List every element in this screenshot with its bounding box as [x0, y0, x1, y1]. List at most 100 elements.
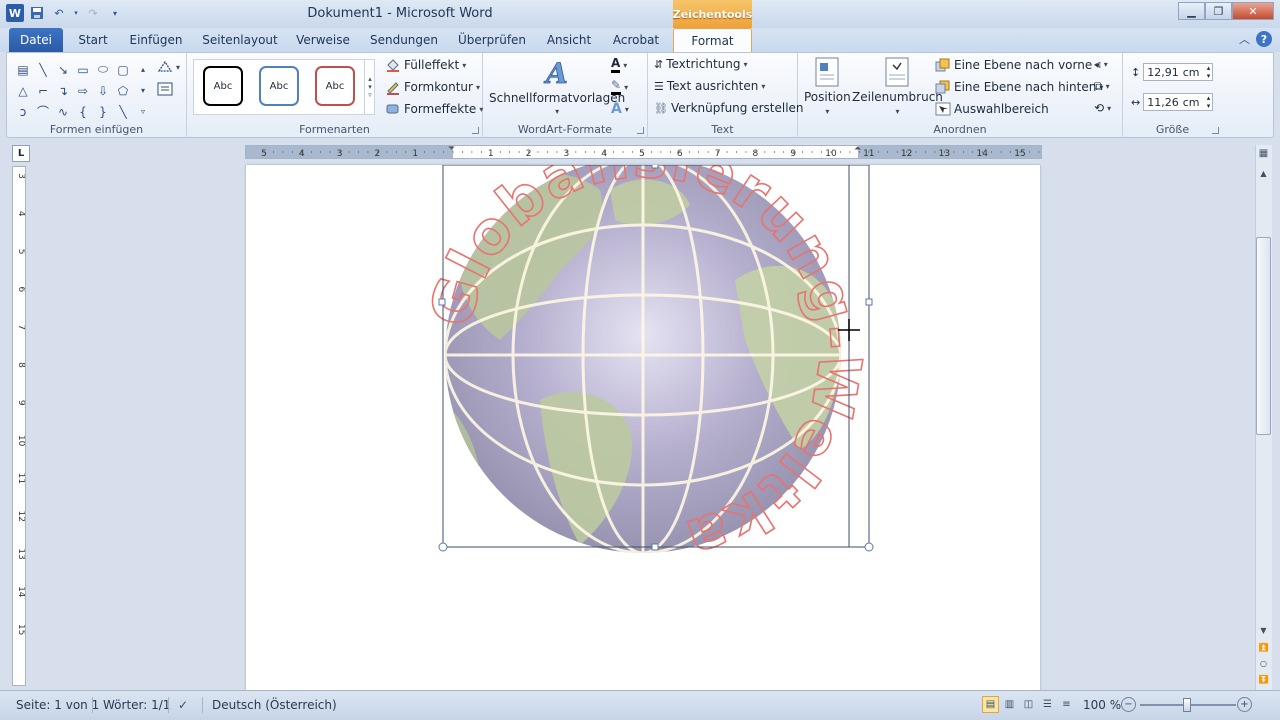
oval-shape-icon[interactable]: ⬭ — [93, 59, 113, 80]
tab-file[interactable]: Datei — [9, 28, 63, 52]
gallery-more-icon[interactable]: ▿ — [133, 101, 153, 122]
textbox-shape-icon[interactable]: ▤ — [13, 59, 33, 80]
ruler-label: 2 — [526, 149, 532, 158]
gallery-down-icon[interactable]: ▾ — [133, 80, 153, 101]
elbow-arrow-icon[interactable]: ↴ — [53, 80, 73, 101]
language-indicator[interactable]: Deutsch (Österreich) — [212, 698, 337, 712]
create-link-button[interactable]: ⛓ Verknüpfung erstellen — [654, 101, 804, 115]
line-shape-icon[interactable]: ╲ — [33, 59, 53, 80]
freeform-shape-icon[interactable]: ↄ — [13, 101, 33, 122]
diagonal-line-icon[interactable]: ╲ — [113, 101, 133, 122]
shape-style-blue[interactable]: Abc — [259, 66, 299, 106]
scroll-down-icon[interactable]: ▼ — [1256, 624, 1271, 638]
zoom-in-icon[interactable]: + — [1237, 697, 1252, 712]
zoom-out-icon[interactable]: − — [1121, 697, 1136, 712]
rotate-button[interactable]: ⟲ ▾ — [1094, 101, 1111, 115]
next-page-icon[interactable]: ⏬ — [1256, 673, 1271, 687]
ruler-toggle-icon[interactable]: ▦ — [1256, 147, 1271, 161]
tab-insert[interactable]: Einfügen — [122, 28, 190, 52]
left-brace-icon[interactable]: { — [73, 101, 93, 122]
right-indent-marker[interactable]: ⏶ — [854, 144, 861, 154]
full-screen-reading-icon[interactable]: ▥ — [1001, 696, 1018, 713]
zoom-level[interactable]: 100 % — [1083, 698, 1121, 712]
help-area: ︿ ? — [1239, 31, 1272, 47]
vertical-ruler-label: 12 — [16, 510, 25, 521]
text-effects-button[interactable]: A ▾ — [611, 101, 629, 117]
draw-textbox-button[interactable] — [157, 81, 173, 97]
status-bar: Seite: 1 von 1 Wörter: 1/1 ✓ Deutsch (Ös… — [0, 690, 1280, 720]
shape-outline-button[interactable]: Formkontur ▾ — [385, 79, 480, 95]
help-icon[interactable]: ? — [1256, 31, 1272, 47]
wrap-text-button[interactable]: Zeilenumbruch ▾ — [852, 57, 943, 116]
scroll-thumb[interactable] — [1256, 237, 1271, 435]
right-brace-icon[interactable]: } — [93, 101, 113, 122]
tab-start[interactable]: Start — [70, 28, 116, 52]
zoom-slider-knob[interactable] — [1183, 698, 1191, 712]
group-objects-button[interactable]: ⧉ ▾ — [1094, 79, 1110, 94]
shape-styles-scroll[interactable]: ▴ ▾ ▿ — [364, 59, 375, 115]
text-fill-button[interactable]: A ▾ — [611, 57, 627, 73]
send-backward-button[interactable]: Eine Ebene nach hinten ▾ — [935, 79, 1103, 95]
tab-selector[interactable]: L — [12, 145, 30, 162]
restore-icon[interactable]: ❐ — [1205, 2, 1232, 20]
close-icon[interactable]: ✕ — [1232, 2, 1274, 20]
tab-references[interactable]: Verweise — [290, 28, 356, 52]
selection-pane-icon — [935, 102, 951, 116]
down-arrow-shape-icon[interactable]: ⇩ — [93, 80, 113, 101]
tab-format[interactable]: Format — [673, 28, 752, 52]
text-outline-button[interactable]: ✎ ▾ — [611, 79, 628, 95]
scroll-up-icon[interactable]: ▲ — [1256, 167, 1271, 181]
scribble-shape-icon[interactable]: ∿ — [53, 101, 73, 122]
tab-acrobat[interactable]: Acrobat — [606, 28, 666, 52]
previous-page-icon[interactable]: ⏫ — [1256, 641, 1271, 655]
height-spinner-icon[interactable]: ▴ ▾ — [1207, 64, 1213, 80]
elbow-connector-icon[interactable]: ⌐ — [33, 80, 53, 101]
shape-style-red[interactable]: Abc — [315, 66, 355, 106]
web-layout-icon[interactable]: ◫ — [1020, 696, 1037, 713]
draft-view-icon[interactable]: ≡ — [1058, 696, 1075, 713]
edit-shape-button[interactable]: ▾ — [157, 59, 180, 75]
align-button[interactable]: ⫷ ▾ — [1094, 57, 1108, 72]
triangle-shape-icon[interactable]: △ — [13, 80, 33, 101]
bring-forward-button[interactable]: Eine Ebene nach vorne ▾ — [935, 57, 1099, 73]
browse-object-icon[interactable]: ○ — [1256, 657, 1271, 671]
shape-style-black[interactable]: Abc — [203, 66, 243, 106]
first-line-indent-marker[interactable]: ⏷ — [448, 144, 455, 154]
align-text-button[interactable]: ☰ Text ausrichten ▾ — [654, 79, 765, 93]
print-layout-icon[interactable]: ▤ — [982, 696, 999, 713]
quick-styles-button[interactable]: A Schnellformatvorlagen ▾ — [489, 57, 625, 116]
vertical-ruler[interactable]: 3 4 5 6 7 8 9 10 11 12 13 14 15 — [12, 166, 26, 686]
height-input[interactable]: 12,91 cm ▴ ▾ — [1143, 63, 1214, 81]
text-direction-button[interactable]: ⇵ Textrichtung ▾ — [654, 57, 748, 71]
tab-mailings[interactable]: Sendungen — [362, 28, 446, 52]
tab-page-layout[interactable]: Seitenlayout — [196, 28, 284, 52]
vertical-ruler-label: 5 — [16, 249, 25, 255]
rounded-rect-shape-icon[interactable]: ▢ — [113, 59, 133, 80]
selection-pane-button[interactable]: Auswahlbereich — [935, 101, 1049, 117]
size-launcher-icon[interactable] — [1212, 127, 1219, 134]
position-button[interactable]: Position ▾ — [804, 57, 851, 116]
tab-view[interactable]: Ansicht — [538, 28, 600, 52]
collapse-ribbon-icon[interactable]: ︿ — [1239, 31, 1250, 47]
document-page[interactable]: Globalisierung-Weltkarte — [246, 165, 1040, 690]
minimize-icon[interactable]: ▁ — [1178, 2, 1205, 20]
rectangle-shape-icon[interactable]: ▭ — [73, 59, 93, 80]
page-count[interactable]: Seite: 1 von 1 — [16, 698, 99, 712]
globe-picture[interactable]: Globalisierung-Weltkarte — [246, 165, 1040, 690]
right-arrow-shape-icon[interactable]: ⇨ — [73, 80, 93, 101]
shape-fill-button[interactable]: Fülleffekt ▾ — [385, 57, 466, 73]
outline-view-icon[interactable]: ☰ — [1039, 696, 1056, 713]
word-count[interactable]: Wörter: 1/1 — [103, 698, 170, 712]
curve-shape-icon[interactable]: ⌒ — [33, 101, 53, 122]
shape-styles-launcher-icon[interactable] — [472, 127, 479, 134]
tab-review[interactable]: Überprüfen — [452, 28, 532, 52]
horizontal-ruler[interactable]: 5 4 3 2 1 1 2 3 4 5 6 7 8 9 10 11 12 13 14 15 ⏷ ⏶ — [245, 144, 1042, 159]
proofing-icon[interactable]: ✓ — [178, 698, 188, 712]
shape-effects-button[interactable]: Formeffekte ▾ — [385, 101, 483, 117]
gallery-up-icon[interactable]: ▴ — [133, 59, 153, 80]
arrow-line-shape-icon[interactable]: ↘ — [53, 59, 73, 80]
wordart-launcher-icon[interactable] — [637, 127, 644, 134]
pentagon-shape-icon[interactable]: ⬠ — [113, 80, 133, 101]
width-input[interactable]: 11,26 cm ▴ ▾ — [1143, 93, 1214, 111]
width-spinner-icon[interactable]: ▴ ▾ — [1207, 94, 1213, 110]
